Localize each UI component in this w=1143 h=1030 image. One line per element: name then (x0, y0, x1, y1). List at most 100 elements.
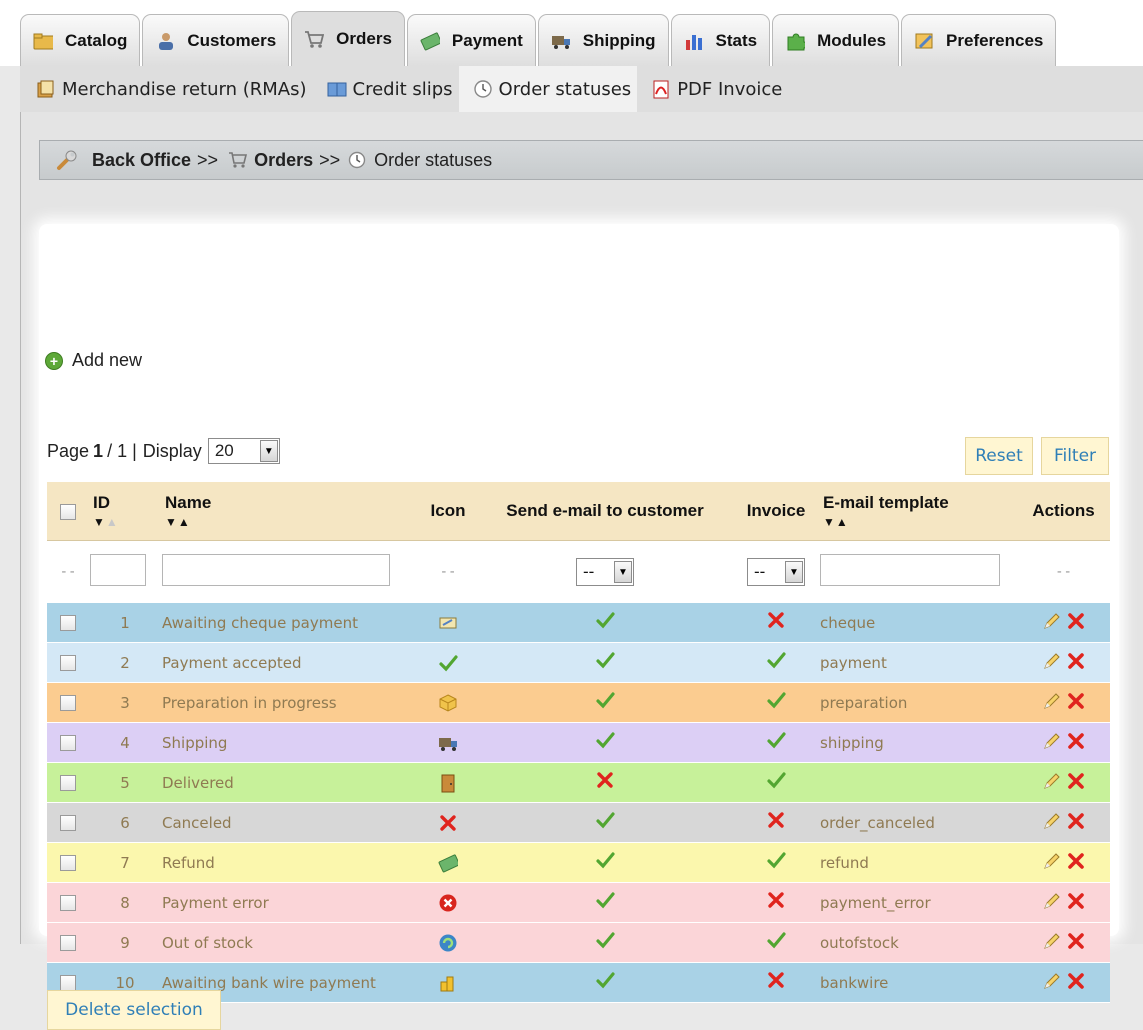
template-filter-input[interactable] (820, 554, 1000, 586)
send-email-cross-icon[interactable] (595, 771, 615, 796)
send-email-check-icon[interactable] (595, 611, 615, 636)
edit-icon[interactable] (1042, 931, 1062, 955)
send-email-check-icon[interactable] (595, 731, 615, 756)
select-all-checkbox[interactable] (60, 503, 76, 520)
tab-catalog[interactable]: Catalog (20, 14, 141, 66)
filter-button[interactable]: Filter (1041, 437, 1109, 475)
row-checkbox[interactable] (60, 855, 76, 871)
invoice-check-icon[interactable] (766, 931, 786, 956)
edit-icon[interactable] (1042, 811, 1062, 835)
name-filter-input[interactable] (162, 554, 390, 586)
table-row[interactable]: 7 Refund refund (47, 842, 1110, 883)
row-checkbox[interactable] (60, 695, 76, 711)
tab-payment[interactable]: Payment (406, 14, 536, 66)
row-name[interactable]: Shipping (161, 722, 419, 763)
row-checkbox[interactable] (60, 615, 76, 631)
edit-icon[interactable] (1042, 691, 1062, 715)
edit-icon[interactable] (1042, 771, 1062, 795)
invoice-check-icon[interactable] (766, 851, 786, 876)
tab-customers[interactable]: Customers (142, 14, 290, 66)
row-name[interactable]: Delivered (161, 762, 419, 803)
invoice-cross-icon[interactable] (766, 891, 786, 916)
table-row[interactable]: 8 Payment error payment_error (47, 882, 1110, 923)
row-checkbox[interactable] (60, 895, 76, 911)
template-sort-icon[interactable]: ▼▲ (823, 515, 1013, 529)
content-area: Back Office >> Orders >> Order statuses … (20, 112, 1143, 1030)
edit-icon[interactable] (1042, 651, 1062, 675)
name-header[interactable]: Name ▼▲ (161, 482, 419, 541)
tab-shipping[interactable]: Shipping (537, 14, 669, 66)
delete-selection-button[interactable]: Delete selection (47, 990, 221, 1030)
invoice-cross-icon[interactable] (766, 811, 786, 836)
edit-icon[interactable] (1042, 891, 1062, 915)
edit-icon[interactable] (1042, 611, 1062, 635)
send-email-check-icon[interactable] (595, 931, 615, 956)
row-name[interactable]: Refund (161, 842, 419, 883)
edit-icon[interactable] (1042, 851, 1062, 875)
invoice-check-icon[interactable] (766, 691, 786, 716)
subtab-merchandise-return-rmas[interactable]: Merchandise return (RMAs) (20, 66, 313, 112)
tab-stats[interactable]: Stats (670, 14, 771, 66)
delete-icon[interactable] (1066, 691, 1086, 715)
tab-orders[interactable]: Orders (291, 11, 405, 66)
send-email-check-icon[interactable] (595, 651, 615, 676)
add-new-link[interactable]: + Add new (45, 350, 142, 371)
breadcrumb-section[interactable]: Orders (254, 150, 313, 171)
row-name[interactable]: Payment accepted (161, 642, 419, 683)
invoice-check-icon[interactable] (766, 651, 786, 676)
invoice-check-icon[interactable] (766, 771, 786, 796)
send-email-check-icon[interactable] (595, 811, 615, 836)
name-sort-icon[interactable]: ▼▲ (165, 515, 415, 529)
row-name[interactable]: Canceled (161, 802, 419, 843)
send-email-check-icon[interactable] (595, 891, 615, 916)
delete-icon[interactable] (1066, 931, 1086, 955)
id-header[interactable]: ID ▼▲ (89, 482, 161, 541)
table-row[interactable]: 1 Awaiting cheque payment cheque (47, 603, 1110, 643)
delete-icon[interactable] (1066, 771, 1086, 795)
row-checkbox[interactable] (60, 975, 76, 991)
row-checkbox[interactable] (60, 815, 76, 831)
breadcrumb-root[interactable]: Back Office (92, 150, 191, 171)
table-row[interactable]: 3 Preparation in progress preparation (47, 682, 1110, 723)
table-row[interactable]: 2 Payment accepted payment (47, 642, 1110, 683)
delete-icon[interactable] (1066, 611, 1086, 635)
delete-icon[interactable] (1066, 651, 1086, 675)
subtab-order-statuses[interactable]: Order statuses (458, 66, 638, 112)
table-row[interactable]: 4 Shipping shipping (47, 722, 1110, 763)
subtab-credit-slips[interactable]: Credit slips (313, 66, 459, 112)
row-checkbox[interactable] (60, 935, 76, 951)
send-email-check-icon[interactable] (595, 971, 615, 996)
delete-icon[interactable] (1066, 851, 1086, 875)
table-row[interactable]: 5 Delivered (47, 762, 1110, 803)
row-name[interactable]: Awaiting cheque payment (161, 603, 419, 643)
table-row[interactable]: 6 Canceled order_canceled (47, 802, 1110, 843)
per-page-select[interactable]: 20 ▼ (207, 438, 280, 464)
row-checkbox[interactable] (60, 655, 76, 671)
edit-icon[interactable] (1042, 731, 1062, 755)
send-email-check-icon[interactable] (595, 851, 615, 876)
row-checkbox[interactable] (60, 735, 76, 751)
invoice-cross-icon[interactable] (766, 611, 786, 636)
tab-modules[interactable]: Modules (772, 14, 900, 66)
delete-icon[interactable] (1066, 811, 1086, 835)
send-email-filter-select[interactable]: -- ▼ (576, 558, 634, 586)
invoice-check-icon[interactable] (766, 731, 786, 756)
template-header[interactable]: E-mail template ▼▲ (819, 482, 1017, 541)
id-sort-icon[interactable]: ▼▲ (93, 515, 157, 529)
table-row[interactable]: 9 Out of stock outofstock (47, 922, 1110, 963)
row-name[interactable]: Payment error (161, 882, 419, 923)
edit-icon[interactable] (1042, 971, 1062, 995)
send-email-check-icon[interactable] (595, 691, 615, 716)
delete-icon[interactable] (1066, 971, 1086, 995)
invoice-cross-icon[interactable] (766, 971, 786, 996)
row-name[interactable]: Out of stock (161, 922, 419, 963)
delete-icon[interactable] (1066, 731, 1086, 755)
invoice-filter-select[interactable]: -- ▼ (747, 558, 805, 586)
subtab-pdf-invoice[interactable]: PDF Invoice (637, 66, 788, 112)
delete-icon[interactable] (1066, 891, 1086, 915)
reset-button[interactable]: Reset (965, 437, 1033, 475)
tab-preferences[interactable]: Preferences (901, 14, 1057, 66)
id-filter-input[interactable] (90, 554, 146, 586)
row-checkbox[interactable] (60, 775, 76, 791)
row-name[interactable]: Preparation in progress (161, 682, 419, 723)
